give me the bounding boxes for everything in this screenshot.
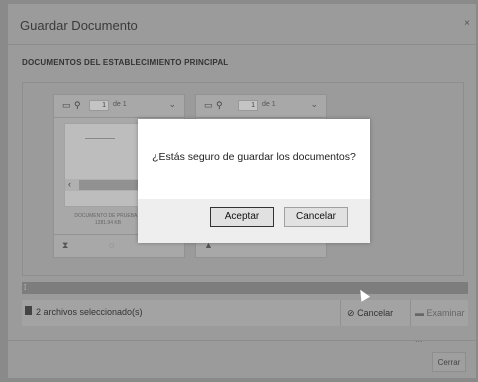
cancel-upload-label: Cancelar — [357, 308, 394, 318]
dialog-close-icon[interactable]: × — [464, 18, 470, 29]
cancel-upload-button[interactable]: ⊘ Cancelar — [340, 300, 410, 326]
scroll-thumb[interactable] — [79, 180, 139, 190]
accept-button[interactable]: Aceptar — [210, 207, 274, 227]
ban-icon: ⊘ — [347, 308, 355, 318]
chevron-down-icon[interactable]: ⌄ — [168, 99, 176, 110]
page-count-label: de 1 — [113, 101, 127, 108]
search-icon[interactable]: ⚲ — [74, 100, 81, 111]
cancel-button[interactable]: Cancelar — [284, 207, 348, 227]
spinner-icon: ◌ — [109, 240, 115, 250]
page-count-label: de 1 — [262, 101, 276, 108]
confirm-message: ¿Estás seguro de guardar los documentos? — [152, 151, 356, 163]
confirm-footer: Aceptar Cancelar — [138, 199, 370, 243]
search-icon[interactable]: ⚲ — [216, 100, 223, 111]
page-number-input[interactable]: 1 — [89, 100, 109, 111]
dialog-title: Guardar Documento — [20, 18, 138, 33]
upload-progress-bar: ⁞ — [22, 282, 468, 294]
viewer-toolbar: ▭ ⚲ 1 de 1 ⌄ — [196, 95, 326, 118]
scroll-left-icon[interactable]: ‹ — [68, 179, 71, 189]
browse-button[interactable]: ▬ Examinar ... — [410, 300, 468, 344]
sidebar-toggle-icon[interactable]: ▭ — [62, 100, 71, 111]
header-divider — [8, 44, 476, 45]
folder-open-icon: ▬ — [415, 308, 424, 318]
preview-line — [85, 138, 115, 139]
viewer-toolbar: ▭ ⚲ 1 de 1 ⌄ — [54, 95, 184, 118]
file-input-group: 2 archivos seleccionado(s) ⊘ Cancelar ▬ … — [22, 300, 468, 344]
sidebar-toggle-icon[interactable]: ▭ — [204, 100, 213, 111]
confirm-modal: ¿Estás seguro de guardar los documentos?… — [138, 119, 370, 243]
drag-handle-icon: ⁞ — [24, 283, 27, 292]
selected-files-label: 2 archivos seleccionado(s) — [36, 307, 143, 317]
document-caption: DOCUMENTO DE PRUEBA... 1281.94 KB — [74, 213, 142, 226]
footer-divider — [8, 340, 476, 341]
close-button[interactable]: Cerrar — [432, 352, 466, 372]
hourglass-icon: ⧗ — [62, 240, 69, 250]
section-title: DOCUMENTOS DEL ESTABLECIMIENTO PRINCIPAL — [22, 58, 229, 67]
file-icon — [25, 306, 32, 315]
page-number-input[interactable]: 1 — [238, 100, 258, 111]
chevron-down-icon[interactable]: ⌄ — [310, 99, 318, 110]
